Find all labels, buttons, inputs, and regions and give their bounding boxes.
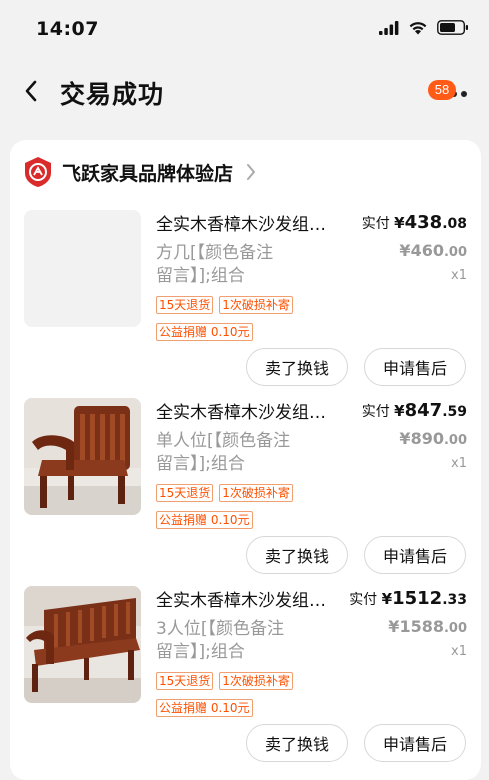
quantity: x1 bbox=[451, 456, 467, 471]
spec-line: 方几[【颜色备注 bbox=[156, 243, 274, 263]
currency-symbol: ¥ bbox=[394, 402, 405, 420]
battery-icon bbox=[437, 20, 468, 35]
service-tags: 15天退货 1次破损补寄 bbox=[156, 672, 293, 690]
product-title[interactable]: 全实木香樟木沙发组… bbox=[156, 586, 352, 611]
orig-int: 890 bbox=[410, 429, 444, 448]
currency-symbol: ¥ bbox=[399, 429, 411, 448]
orig-dec: .00 bbox=[443, 433, 467, 448]
paid-dec: .33 bbox=[442, 592, 467, 608]
order-card: 飞跃家具品牌体验店 全实木香樟木沙发组… 实付 ¥438.08 ¥460.00 … bbox=[10, 140, 481, 780]
order-item: 全实木香樟木沙发组… 实付 ¥438.08 ¥460.00 x1 方几[【颜色备… bbox=[10, 202, 481, 390]
service-tags: 15天退货 1次破损补寄 bbox=[156, 296, 293, 314]
spec-line: 留言】];组合 bbox=[156, 266, 245, 286]
sell-exchange-button[interactable]: 卖了换钱 bbox=[246, 348, 348, 386]
product-image[interactable] bbox=[24, 586, 141, 703]
chevron-right-icon bbox=[247, 164, 256, 180]
product-spec: 方几[【颜色备注 留言】];组合 bbox=[156, 242, 326, 288]
tag-damage: 1次破损补寄 bbox=[219, 484, 293, 502]
tag-return: 15天退货 bbox=[156, 672, 214, 690]
sell-exchange-button[interactable]: 卖了换钱 bbox=[246, 536, 348, 574]
spec-line: 留言】];组合 bbox=[156, 642, 245, 662]
paid-label: 实付 bbox=[349, 592, 378, 608]
paid-label: 实付 bbox=[361, 404, 390, 420]
currency-symbol: ¥ bbox=[394, 214, 405, 232]
paid-price: 实付 ¥847.59 bbox=[362, 400, 467, 421]
original-price: ¥1588.00 bbox=[388, 617, 467, 636]
after-sale-button[interactable]: 申请售后 bbox=[364, 348, 466, 386]
more-button[interactable]: 58 bbox=[428, 74, 473, 108]
spec-line: 单人位[【颜色备注 bbox=[156, 431, 291, 451]
service-tags: 15天退货 1次破损补寄 bbox=[156, 484, 293, 502]
tag-damage: 1次破损补寄 bbox=[219, 296, 293, 314]
status-icons bbox=[379, 20, 469, 35]
paid-int: 1512 bbox=[392, 588, 443, 609]
paid-price: 实付 ¥1512.33 bbox=[349, 588, 467, 609]
orig-dec: .00 bbox=[443, 621, 467, 636]
sofa-image bbox=[24, 586, 141, 703]
order-item: 全实木香樟木沙发组… 实付 ¥847.59 ¥890.00 x1 单人位[【颜色… bbox=[10, 390, 481, 578]
quantity: x1 bbox=[451, 268, 467, 283]
tag-damage: 1次破损补寄 bbox=[219, 672, 293, 690]
tag-return: 15天退货 bbox=[156, 296, 214, 314]
shop-logo-icon bbox=[25, 157, 51, 187]
sell-exchange-button[interactable]: 卖了换钱 bbox=[246, 724, 348, 762]
wifi-icon bbox=[409, 21, 427, 34]
paid-int: 438 bbox=[404, 212, 443, 233]
page-title: 交易成功 bbox=[60, 80, 165, 109]
tag-charity: 公益捐赠 0.10元 bbox=[156, 699, 253, 717]
product-spec: 单人位[【颜色备注 留言】];组合 bbox=[156, 430, 326, 476]
paid-dec: .08 bbox=[442, 216, 467, 232]
message-count-badge: 58 bbox=[428, 80, 456, 100]
original-price: ¥890.00 bbox=[399, 429, 467, 448]
status-bar: 14:07 bbox=[0, 0, 489, 60]
tag-charity: 公益捐赠 0.10元 bbox=[156, 323, 253, 341]
paid-label: 实付 bbox=[361, 216, 390, 232]
signal-icon bbox=[379, 20, 399, 35]
after-sale-button[interactable]: 申请售后 bbox=[364, 536, 466, 574]
chevron-left-icon bbox=[25, 80, 37, 102]
paid-dec: .59 bbox=[442, 404, 467, 420]
quantity: x1 bbox=[451, 644, 467, 659]
currency-symbol: ¥ bbox=[388, 617, 400, 636]
back-button[interactable] bbox=[16, 74, 46, 108]
spec-line: 留言】];组合 bbox=[156, 454, 245, 474]
nav-header: 交易成功 58 bbox=[0, 60, 489, 122]
tag-charity: 公益捐赠 0.10元 bbox=[156, 511, 253, 529]
paid-price: 实付 ¥438.08 bbox=[362, 212, 467, 233]
shop-name: 飞跃家具品牌体验店 bbox=[62, 162, 234, 185]
product-spec: 3人位[【颜色备注 留言】];组合 bbox=[156, 618, 326, 664]
product-image[interactable] bbox=[24, 398, 141, 515]
orig-dec: .00 bbox=[443, 245, 467, 260]
tag-return: 15天退货 bbox=[156, 484, 214, 502]
status-time: 14:07 bbox=[36, 18, 99, 40]
spec-line: 3人位[【颜色备注 bbox=[156, 619, 284, 639]
currency-symbol: ¥ bbox=[399, 241, 411, 260]
product-image-placeholder[interactable] bbox=[24, 210, 141, 327]
paid-int: 847 bbox=[404, 400, 443, 421]
currency-symbol: ¥ bbox=[381, 590, 393, 608]
product-title[interactable]: 全实木香樟木沙发组… bbox=[156, 398, 352, 423]
order-item: 全实木香樟木沙发组… 实付 ¥1512.33 ¥1588.00 x1 3人位[【… bbox=[10, 578, 481, 766]
product-title[interactable]: 全实木香樟木沙发组… bbox=[156, 210, 352, 235]
original-price: ¥460.00 bbox=[399, 241, 467, 260]
armchair-image bbox=[24, 398, 141, 515]
orig-int: 1588 bbox=[399, 617, 444, 636]
shop-header[interactable]: 飞跃家具品牌体验店 bbox=[24, 156, 257, 188]
after-sale-button[interactable]: 申请售后 bbox=[364, 724, 466, 762]
orig-int: 460 bbox=[410, 241, 444, 260]
